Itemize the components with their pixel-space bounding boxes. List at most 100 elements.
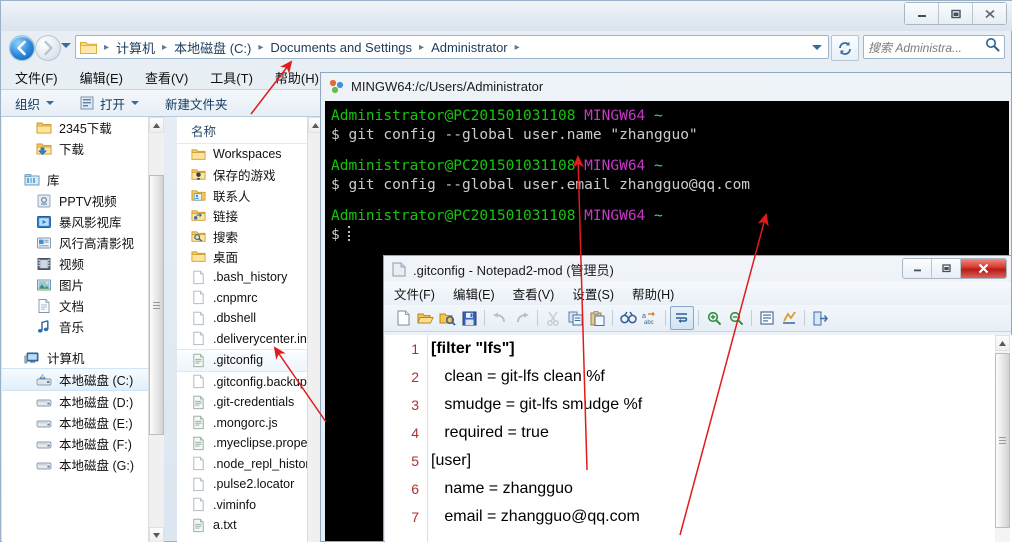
breadcrumb-separator[interactable]: ▸ xyxy=(100,42,113,53)
exit-icon[interactable] xyxy=(809,307,831,329)
navigation-pane[interactable]: 2345下载下载库PPTV视频暴风影视库风行高清影视视频图片文档音乐计算机本地磁… xyxy=(2,117,162,542)
file-list-item[interactable]: .gitconfig.backup xyxy=(177,372,322,393)
maximize-button[interactable] xyxy=(939,3,973,24)
open-button[interactable]: 打开 xyxy=(80,94,139,113)
menu-edit[interactable]: 编辑(E) xyxy=(80,68,123,87)
menu-file[interactable]: 文件(F) xyxy=(394,284,435,303)
forward-button[interactable] xyxy=(35,35,61,61)
new-folder-button[interactable]: 新建文件夹 xyxy=(165,94,228,113)
code-line[interactable]: name = zhangguo xyxy=(431,475,991,503)
scroll-up-button[interactable] xyxy=(149,117,164,133)
breadcrumb-separator[interactable]: ▸ xyxy=(415,42,428,53)
code-line[interactable]: smudge = git-lfs smudge %f xyxy=(431,391,991,419)
address-bar[interactable]: ▸ 计算机 ▸ 本地磁盘 (C:) ▸ Documents and Settin… xyxy=(75,35,829,59)
code-line[interactable]: email = zhangguo@qq.com xyxy=(431,503,991,531)
maximize-button[interactable] xyxy=(932,259,961,278)
nav-item-PPTV视频[interactable]: PPTV视频 xyxy=(2,190,149,211)
address-chevron-down-icon[interactable] xyxy=(812,45,822,50)
scrollbar-thumb[interactable] xyxy=(995,353,1010,528)
code-line[interactable]: [user] xyxy=(431,447,991,475)
file-list-item[interactable]: .viminfo xyxy=(177,495,322,516)
copy-icon[interactable] xyxy=(564,307,586,329)
nav-item-本地磁盘 (G:)[interactable]: 本地磁盘 (G:) xyxy=(2,454,149,475)
word-wrap-icon[interactable] xyxy=(670,306,694,330)
file-list-item[interactable]: .git-credentials xyxy=(177,392,322,413)
file-list-item[interactable]: .node_repl_history xyxy=(177,454,322,475)
breadcrumb-computer[interactable]: 计算机 xyxy=(113,37,158,58)
zoom-out-icon[interactable] xyxy=(725,307,747,329)
breadcrumb-separator[interactable]: ▸ xyxy=(254,42,267,53)
nav-item-本地磁盘 (D:)[interactable]: 本地磁盘 (D:) xyxy=(2,391,149,412)
recent-locations-chevron-down-icon[interactable] xyxy=(61,43,71,48)
breadcrumb-administrator[interactable]: Administrator xyxy=(428,39,511,56)
edit-scheme-icon[interactable] xyxy=(778,307,800,329)
minimize-button[interactable] xyxy=(905,3,939,24)
file-list-item[interactable]: 链接 xyxy=(177,206,322,227)
file-list-item[interactable]: .pulse2.locator xyxy=(177,474,322,495)
nav-item-2345下载[interactable]: 2345下载 xyxy=(2,117,149,138)
menu-view[interactable]: 查看(V) xyxy=(513,284,555,303)
file-list-pane[interactable]: 名称 Workspaces保存的游戏联系人链接搜索桌面.bash_history… xyxy=(177,117,322,542)
undo-icon[interactable] xyxy=(489,307,511,329)
close-button[interactable] xyxy=(961,259,1006,278)
breadcrumb-documents-and-settings[interactable]: Documents and Settings xyxy=(267,39,415,56)
nav-item-本地磁盘 (C:)[interactable]: 本地磁盘 (C:) xyxy=(2,368,149,391)
menu-view[interactable]: 查看(V) xyxy=(145,68,188,87)
nav-item-本地磁盘 (E:)[interactable]: 本地磁盘 (E:) xyxy=(2,412,149,433)
scrollbar-thumb[interactable] xyxy=(149,175,164,435)
search-input[interactable]: 搜索 Administra... xyxy=(868,39,962,56)
file-list-item[interactable]: .myeclipse.propert xyxy=(177,433,322,454)
organize-button[interactable]: 组织 xyxy=(15,94,54,113)
file-list-item[interactable]: a.txt xyxy=(177,515,322,536)
open-file-icon[interactable] xyxy=(414,307,436,329)
search-box[interactable]: 搜索 Administra... xyxy=(863,35,1005,59)
file-browser-icon[interactable] xyxy=(436,307,458,329)
file-list-item[interactable]: .cnpmrc xyxy=(177,288,322,309)
file-list-item[interactable]: .dbshell xyxy=(177,308,322,329)
scroll-down-button[interactable] xyxy=(149,527,164,542)
editor-text[interactable]: [filter "lfs"] clean = git-lfs clean %f … xyxy=(431,335,991,531)
nav-item-文档[interactable]: 文档 xyxy=(2,295,149,316)
file-list-item[interactable]: 保存的游戏 xyxy=(177,165,322,186)
nav-item-本地磁盘 (F:)[interactable]: 本地磁盘 (F:) xyxy=(2,433,149,454)
file-list-item[interactable]: Workspaces xyxy=(177,144,322,165)
nav-item-图片[interactable]: 图片 xyxy=(2,274,149,295)
menu-help[interactable]: 帮助(H) xyxy=(275,68,319,87)
file-list-item[interactable]: .deliverycenter.inst xyxy=(177,329,322,350)
nav-item-风行高清影视[interactable]: 风行高清影视 xyxy=(2,232,149,253)
redo-icon[interactable] xyxy=(511,307,533,329)
code-line[interactable]: required = true xyxy=(431,419,991,447)
file-list-item[interactable]: .bash_history xyxy=(177,267,322,288)
menu-tools[interactable]: 工具(T) xyxy=(210,68,253,87)
nav-item-下载[interactable]: 下载 xyxy=(2,138,149,159)
file-list-item[interactable]: .gitconfig xyxy=(177,349,322,372)
nav-item-库[interactable]: 库 xyxy=(2,169,149,190)
close-button[interactable] xyxy=(973,3,1006,24)
file-list-item[interactable]: 桌面 xyxy=(177,247,322,268)
nav-item-音乐[interactable]: 音乐 xyxy=(2,316,149,337)
code-line[interactable]: clean = git-lfs clean %f xyxy=(431,363,991,391)
file-list-item[interactable]: 联系人 xyxy=(177,185,322,206)
menu-edit[interactable]: 编辑(E) xyxy=(453,284,495,303)
breadcrumb-separator[interactable]: ▸ xyxy=(158,42,171,53)
column-header-name[interactable]: 名称 xyxy=(177,117,322,144)
zoom-in-icon[interactable] xyxy=(703,307,725,329)
scheme-icon[interactable] xyxy=(756,307,778,329)
cut-icon[interactable] xyxy=(542,307,564,329)
find-icon[interactable] xyxy=(617,307,639,329)
nav-item-计算机[interactable]: 计算机 xyxy=(2,347,149,368)
file-list-item[interactable]: .mongorc.js xyxy=(177,413,322,434)
notepad2-window[interactable]: .gitconfig - Notepad2-mod (管理员) 文件(F) 编辑… xyxy=(383,255,1012,542)
nav-item-暴风影视库[interactable]: 暴风影视库 xyxy=(2,211,149,232)
breadcrumb-local-disk-c[interactable]: 本地磁盘 (C:) xyxy=(171,37,254,58)
editor-vertical-scrollbar[interactable] xyxy=(995,335,1010,542)
menu-help[interactable]: 帮助(H) xyxy=(632,284,674,303)
code-line[interactable]: [filter "lfs"] xyxy=(431,335,991,363)
notepad2-editor[interactable]: 1234567 [filter "lfs"] clean = git-lfs c… xyxy=(385,335,1012,542)
new-file-icon[interactable] xyxy=(392,307,414,329)
minimize-button[interactable] xyxy=(903,259,932,278)
paste-icon[interactable] xyxy=(586,307,608,329)
file-list-item[interactable]: 搜索 xyxy=(177,226,322,247)
menu-file[interactable]: 文件(F) xyxy=(15,68,58,87)
navigation-pane-scrollbar[interactable] xyxy=(148,117,164,542)
